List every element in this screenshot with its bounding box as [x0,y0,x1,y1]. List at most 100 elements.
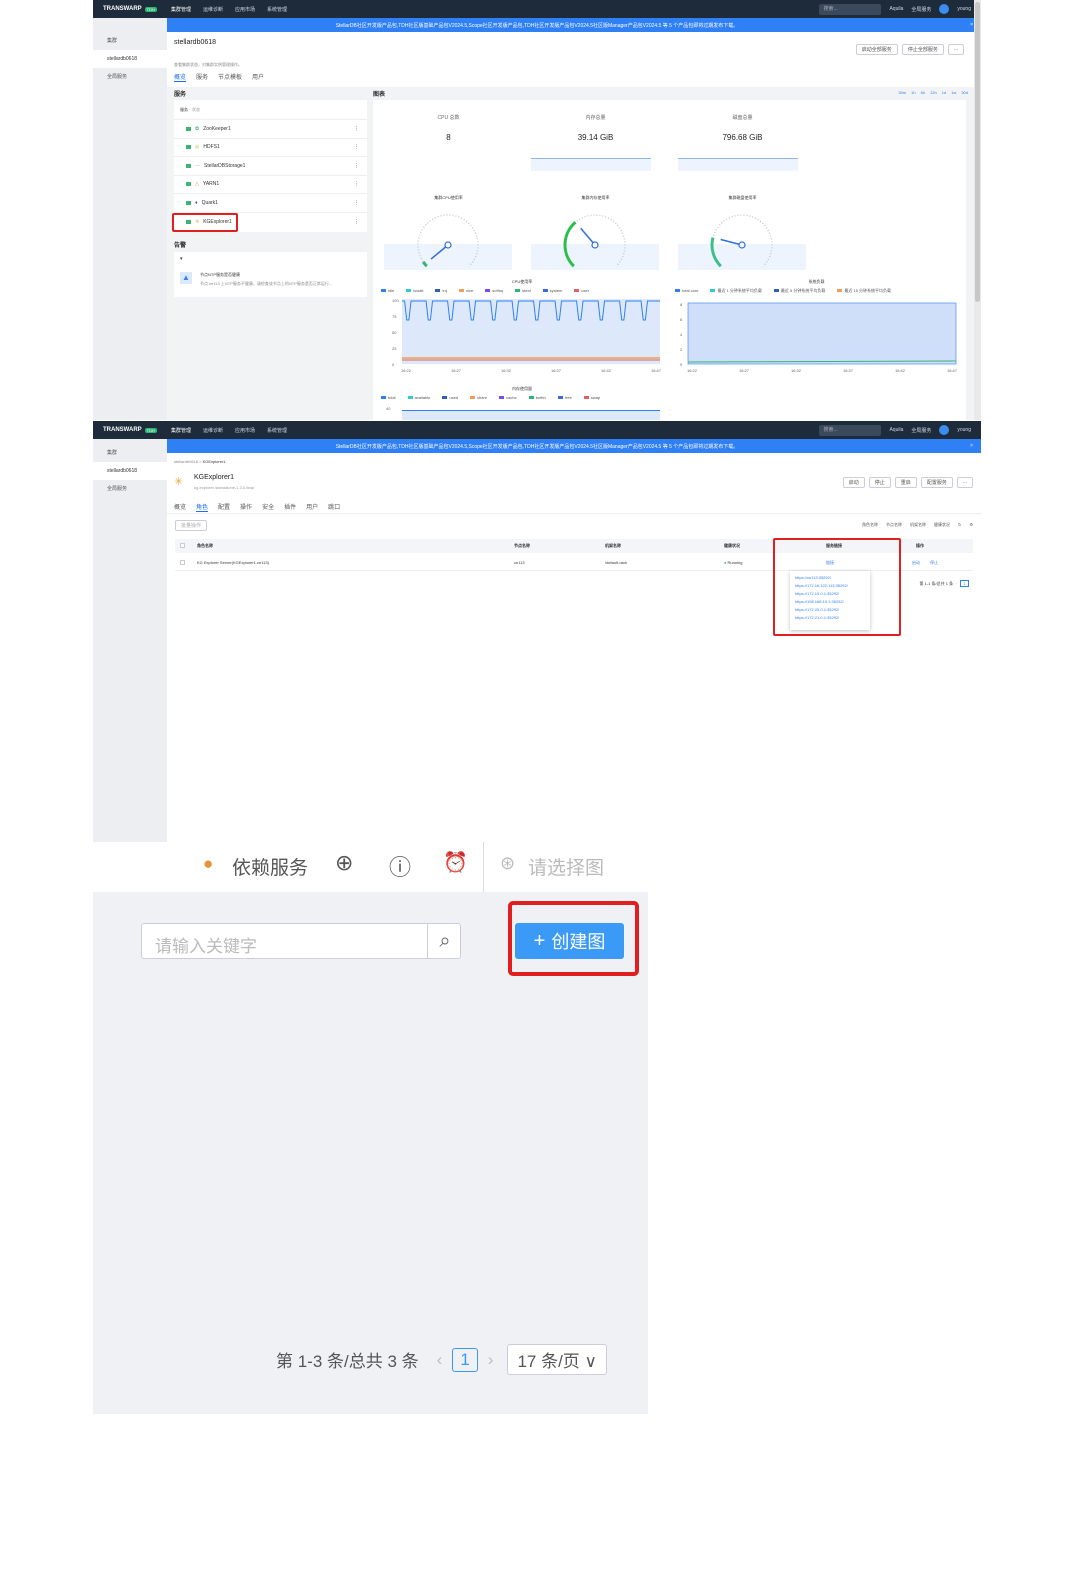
next-page-icon[interactable]: › [488,1350,494,1370]
more-button[interactable]: ... [947,44,964,55]
nav-ops-diagnosis[interactable]: 运维诊断 [203,427,223,434]
legend-item[interactable]: used [442,395,458,400]
stop-all-services-button[interactable]: 停止全部服务 [901,44,944,55]
legend-item[interactable]: 最近 5 分钟系统平均负载 [773,288,825,294]
keyword-search-input[interactable]: 请输入关键字 ⌕ [141,923,461,959]
app-logo[interactable]: TRANSWARP TDH [93,421,165,439]
nav-cluster-management[interactable]: 集群管理 [171,6,191,13]
username[interactable]: young [957,6,971,12]
batch-operation-button[interactable]: 批量操作 [175,520,208,531]
start-button[interactable]: 启动 [842,477,865,488]
legend-item[interactable]: available [407,395,430,400]
more-icon[interactable]: ⋮ [354,126,359,132]
app-logo[interactable]: TRANSWARP TDH [93,0,165,18]
page-size-select[interactable]: 17 条/页 ∨ [507,1344,607,1375]
search-icon[interactable]: ⌕ [427,924,462,958]
time-range-option[interactable]: 6h [921,90,925,95]
legend-item[interactable]: user [574,288,589,293]
scrollbar[interactable] [974,0,981,420]
close-icon[interactable]: × [970,443,973,449]
tab-plugins[interactable]: 插件 [284,502,296,512]
current-page[interactable]: 1 [960,580,969,587]
filter-node-name[interactable]: 节点名称 [886,522,902,528]
close-icon[interactable]: × [970,22,973,28]
time-range-option[interactable]: 1w [951,90,956,95]
legend-item[interactable]: buffer [528,395,546,400]
legend-item[interactable]: system [542,288,562,293]
nav-system-management[interactable]: 系统管理 [267,6,287,13]
nav-cluster-management[interactable]: 集群管理 [171,427,191,434]
sidebar-item-global-services[interactable]: 全局服务 [93,480,167,498]
legend-item[interactable]: swap [583,395,600,400]
stop-button[interactable]: 停止 [868,477,891,488]
time-range-option[interactable]: 12h [930,90,937,95]
sidebar-item-cluster[interactable]: 集群 [93,32,167,50]
refresh-icon[interactable]: ↻ [958,522,961,528]
globe-icon[interactable]: ⊕ [335,850,353,876]
aquila-link[interactable]: Aquila [889,427,903,433]
more-button[interactable]: ... [956,477,973,488]
legend-item[interactable]: iowait [406,288,423,293]
select-graph-dropdown[interactable]: 请选择图 [528,853,604,880]
more-icon[interactable]: ⋮ [354,144,359,150]
legend-item[interactable]: cache [499,395,517,400]
global-search-input[interactable]: 搜索... [819,3,882,15]
time-range-option[interactable]: 30m [898,90,906,95]
aquila-link[interactable]: Aquila [889,6,903,12]
nav-app-market[interactable]: 应用市场 [235,6,255,13]
legend-item[interactable]: nice [458,288,473,293]
tab-overview[interactable]: 概览 [174,502,186,512]
service-row-hdfs[interactable]: ◎ HDFS1 ⋮ [174,139,367,157]
legend-item[interactable]: softirq [485,288,503,293]
current-page[interactable]: 1 [452,1347,478,1372]
alert-card[interactable]: ▾ ▲ 节点NTP服务是否健康 节点 ce113 上NTP服务不健康，请检查该节… [174,252,367,297]
service-row-quark[interactable]: ♦ Quark1 ⋮ [174,194,367,213]
legend-item[interactable]: idle [381,288,394,293]
legend-item[interactable]: total core [675,288,698,294]
tab-users[interactable]: 用户 [252,72,264,82]
alert-icon[interactable]: ⓘ [389,850,411,882]
sidebar-item-stellardb0618[interactable]: stellardb0618 [93,462,167,480]
services-filter-status[interactable]: 状态 [192,107,200,113]
service-row-stellardbstorage[interactable]: — StellarDBStorage1 ⋮ [174,157,367,176]
prev-page-icon[interactable]: ‹ [437,1350,443,1370]
settings-icon[interactable]: ⚙ [969,522,973,528]
configure-service-button[interactable]: 配置服务 [920,477,953,488]
service-row-yarn[interactable]: △ YARN1 ⋮ [174,176,367,194]
filter-health[interactable]: 健康状况 [934,522,950,528]
sidebar-item-stellardb0618[interactable]: stellardb0618 [93,50,167,68]
tab-config[interactable]: 配置 [218,502,230,512]
more-icon[interactable]: ⋮ [354,219,359,225]
legend-item[interactable]: 最近 1 分钟系统平均负载 [710,288,762,294]
user-avatar[interactable] [939,425,950,435]
restart-button[interactable]: 重启 [894,477,917,488]
more-icon[interactable]: ⋮ [354,200,359,206]
username[interactable]: young [957,427,971,433]
filter-rack-name[interactable]: 机架名称 [910,522,926,528]
nav-system-management[interactable]: 系统管理 [267,427,287,434]
service-row-zookeeper[interactable]: ✿ ZooKeeper1 ⋮ [174,120,367,139]
services-filter-service[interactable]: 服务 [180,107,188,113]
tab-security[interactable]: 安全 [262,502,274,512]
time-range-option[interactable]: 30d [961,90,968,95]
tab-node-templates[interactable]: 节点模板 [218,72,242,82]
more-icon[interactable]: ⋮ [354,163,359,169]
sidebar-item-cluster[interactable]: 集群 [93,444,167,462]
legend-item[interactable]: total [381,395,396,400]
row-checkbox[interactable] [180,560,185,565]
alert-filter-icon[interactable]: ▾ [180,256,183,262]
breadcrumb-cluster[interactable]: stellardb0618 [174,459,198,464]
global-search-input[interactable]: 搜索... [819,424,882,436]
tab-overview[interactable]: 概览 [174,72,187,82]
tab-users[interactable]: 用户 [306,502,318,512]
global-services-link[interactable]: 全局服务 [911,427,931,434]
time-range-option[interactable]: 1h [911,90,915,95]
more-icon[interactable]: ⋮ [354,181,359,187]
select-all-checkbox[interactable] [180,543,185,548]
start-all-services-button[interactable]: 启动全部服务 [855,44,898,55]
nav-app-market[interactable]: 应用市场 [235,427,255,434]
row-start-link[interactable]: 启动 [912,560,920,566]
global-services-link[interactable]: 全局服务 [911,6,931,13]
legend-item[interactable]: irq [435,288,447,293]
sidebar-item-global-services[interactable]: 全局服务 [93,68,167,86]
